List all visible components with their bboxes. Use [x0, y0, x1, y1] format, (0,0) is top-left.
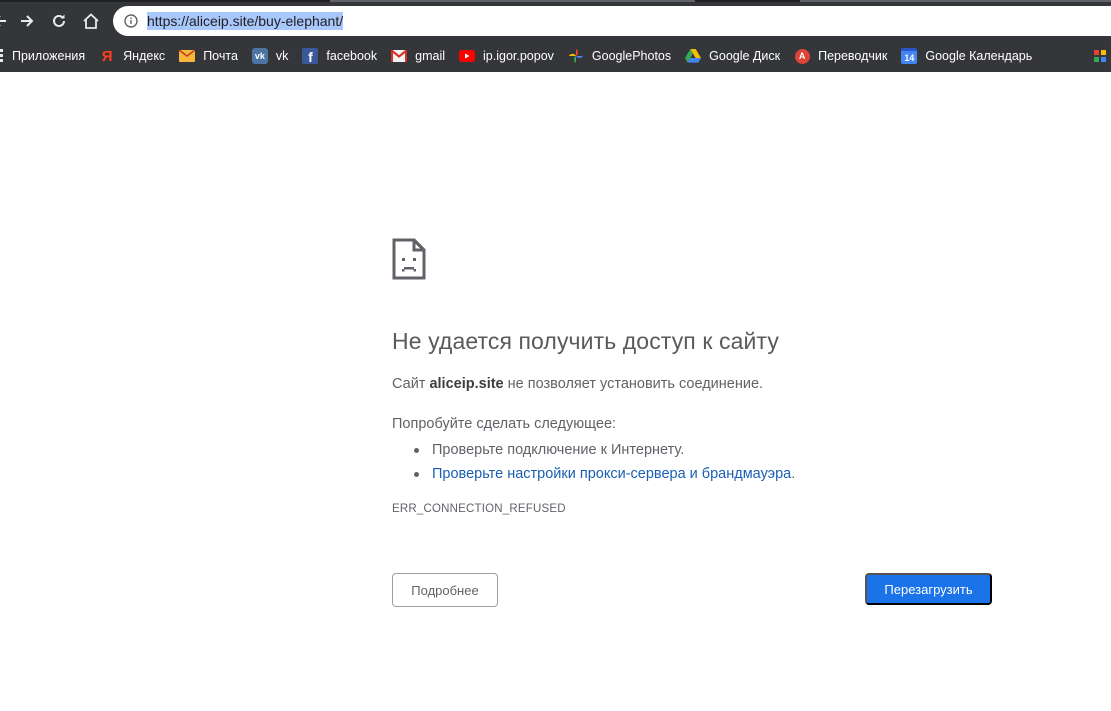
apps-grid-icon	[0, 48, 6, 64]
translate-icon: A	[794, 48, 810, 64]
address-bar[interactable]: https://aliceip.site/buy-elephant/	[113, 6, 1111, 36]
bookmark-yandex[interactable]: Я Яндекс	[91, 44, 171, 68]
suggestion-period: .	[791, 466, 796, 482]
back-button[interactable]	[0, 7, 14, 35]
reload-icon	[53, 14, 65, 27]
error-hostname: aliceip.site	[429, 376, 504, 392]
bookmark-label: Приложения	[12, 49, 86, 63]
bookmark-google-drive[interactable]: Google Диск	[677, 44, 786, 68]
vk-icon: vk	[251, 48, 268, 64]
bookmark-label: ip.igor.popov	[483, 49, 554, 63]
sad-page-icon	[392, 238, 426, 280]
bookmark-label: Яндекс	[123, 49, 166, 63]
suggestion-check-proxy: Проверьте настройки прокси-сервера и бра…	[392, 462, 795, 486]
google-photos-icon	[568, 48, 584, 64]
suggestions-heading: Попробуйте сделать следующее:	[392, 416, 617, 432]
home-icon	[83, 13, 99, 29]
bookmark-apps[interactable]: Приложения	[0, 44, 91, 68]
mail-envelope-icon	[179, 48, 196, 64]
bookmark-youtube-channel[interactable]: ip.igor.popov	[451, 44, 560, 68]
bookmark-google-photos[interactable]: GooglePhotos	[560, 44, 677, 68]
error-page: Не удается получить доступ к сайту Сайт …	[0, 72, 1111, 711]
yandex-icon: Я	[101, 47, 113, 65]
bookmark-label: facebook	[326, 49, 378, 63]
bookmark-label: vk	[275, 49, 289, 63]
bookmark-label: gmail	[415, 49, 446, 63]
bookmarks-bar: Приложения Я Яндекс Почта vk vk f facebo…	[0, 40, 1111, 72]
bookmark-gmail[interactable]: gmail	[383, 44, 451, 68]
error-title: Не удается получить доступ к сайту	[392, 328, 779, 354]
bookmark-label: GooglePhotos	[591, 49, 672, 63]
suggestions-list: Проверьте подключение к Интернету. Прове…	[392, 438, 795, 486]
google-drive-icon	[685, 48, 702, 64]
description-suffix: не позволяет установить соединение.	[503, 376, 764, 392]
browser-toolbar: https://aliceip.site/buy-elephant/	[0, 2, 1111, 40]
address-url[interactable]: https://aliceip.site/buy-elephant/	[147, 12, 344, 30]
google-calendar-icon: 14	[901, 48, 918, 64]
bookmark-google-calendar[interactable]: 14 Google Календарь	[893, 44, 1038, 68]
bookmark-vk[interactable]: vk vk	[244, 44, 295, 68]
error-description: Сайт aliceip.site не позволяет установит…	[392, 376, 763, 392]
reload-button[interactable]: Перезагрузить	[865, 573, 992, 605]
info-icon[interactable]	[123, 13, 139, 29]
bookmark-translate[interactable]: A Переводчик	[786, 44, 893, 68]
suggestion-check-connection: Проверьте подключение к Интернету.	[392, 438, 795, 462]
back-arrow-icon	[0, 16, 6, 26]
youtube-icon	[459, 48, 476, 64]
facebook-icon: f	[302, 48, 319, 64]
bookmark-mail[interactable]: Почта	[171, 44, 244, 68]
gmail-icon	[391, 48, 408, 64]
browser-chrome: https://aliceip.site/buy-elephant/ Прило…	[0, 0, 1111, 72]
bookmark-label: Переводчик	[818, 49, 888, 63]
bookmark-label: Почта	[203, 49, 238, 63]
suggestion-text: Проверьте подключение к Интернету.	[432, 442, 685, 458]
details-button[interactable]: Подробнее	[392, 573, 498, 607]
description-prefix: Сайт	[392, 376, 430, 392]
bookmarks-overflow-icon[interactable]	[1089, 44, 1111, 68]
error-code: ERR_CONNECTION_REFUSED	[392, 503, 566, 515]
bookmark-facebook[interactable]: f facebook	[294, 44, 383, 68]
forward-button[interactable]	[13, 7, 41, 35]
reload-page-button[interactable]	[45, 7, 73, 35]
bookmark-label: Google Диск	[709, 49, 781, 63]
bookmark-label: Google Календарь	[925, 49, 1033, 63]
forward-arrow-icon	[21, 15, 34, 27]
proxy-settings-link[interactable]: Проверьте настройки прокси-сервера и бра…	[432, 466, 791, 482]
home-button[interactable]	[77, 7, 105, 35]
